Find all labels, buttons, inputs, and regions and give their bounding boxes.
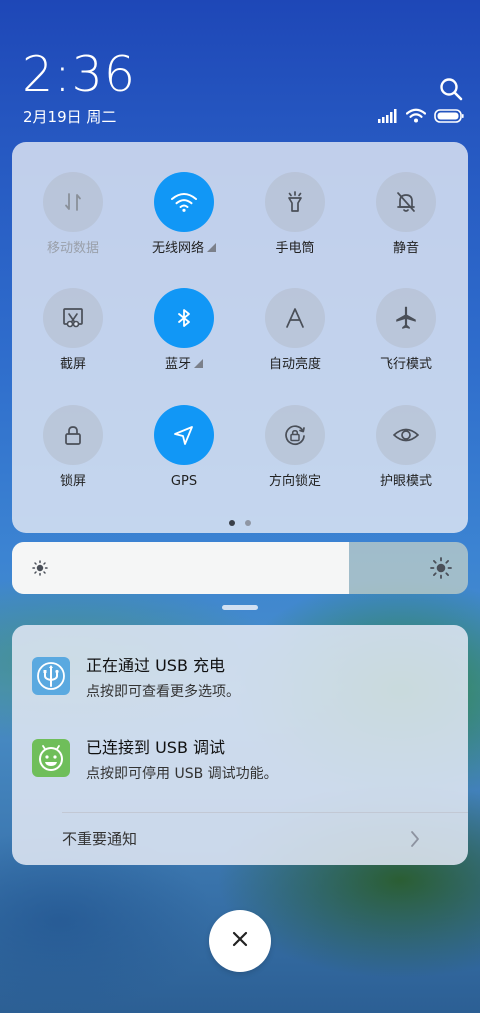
lock-icon[interactable]: [43, 405, 103, 465]
tile-auto-brightness[interactable]: 自动亮度: [240, 288, 350, 374]
menu-triangle-icon: [207, 243, 216, 252]
tile-label: 静音: [392, 241, 419, 256]
notification-title: 已连接到 USB 调试: [86, 738, 226, 757]
tile-lock-screen[interactable]: 锁屏: [18, 405, 128, 491]
page-dot-active: [229, 520, 235, 526]
android-robot-icon: [32, 739, 70, 777]
notification-usb-charging[interactable]: 正在通过 USB 充电 点按即可查看更多选项。: [12, 655, 468, 715]
tile-label: 蓝牙: [164, 357, 191, 372]
tile-label: 无线网络: [151, 241, 204, 256]
bluetooth-icon[interactable]: [154, 288, 214, 348]
chevron-right-icon[interactable]: [410, 830, 420, 852]
tile-label: 飞行模式: [379, 357, 432, 372]
tile-screenshot[interactable]: 截屏: [18, 288, 128, 374]
tile-silent[interactable]: 静音: [351, 172, 461, 258]
notification-usb-debugging[interactable]: 已连接到 USB 调试 点按即可停用 USB 调试功能。: [12, 737, 468, 797]
brightness-slider[interactable]: [12, 542, 468, 594]
wifi-icon[interactable]: [154, 172, 214, 232]
minor-notifications-link[interactable]: 不重要通知: [62, 828, 137, 850]
tile-mobile-data[interactable]: 移动数据: [18, 172, 128, 258]
drag-handle[interactable]: [222, 605, 258, 610]
tile-eye-care[interactable]: 护眼模式: [351, 405, 461, 491]
flashlight-icon[interactable]: [265, 172, 325, 232]
notifications-panel: 正在通过 USB 充电 点按即可查看更多选项。 已连接到 USB 调试 点按即可…: [12, 625, 468, 865]
airplane-icon[interactable]: [376, 288, 436, 348]
tile-label: 锁屏: [59, 474, 86, 489]
page-indicator: [12, 520, 468, 526]
quick-settings-panel: 移动数据 无线网络 手电筒 静音 截屏 蓝牙 自动亮度 飞行模式 锁屏 GPS …: [12, 142, 468, 533]
tile-gps[interactable]: GPS: [129, 405, 239, 491]
date-label: 2月19日 周二: [23, 108, 117, 126]
brightness-high-icon: [430, 557, 452, 583]
tile-wifi[interactable]: 无线网络: [129, 172, 239, 258]
notification-subtitle: 点按即可停用 USB 调试功能。: [86, 766, 278, 782]
tile-airplane[interactable]: 飞行模式: [351, 288, 461, 374]
menu-triangle-icon: [194, 359, 203, 368]
tile-label: 护眼模式: [379, 474, 432, 489]
wifi-status-icon: [405, 108, 427, 127]
eye-icon[interactable]: [376, 405, 436, 465]
tile-label: 截屏: [59, 357, 86, 372]
bell-off-icon[interactable]: [376, 172, 436, 232]
tile-flashlight[interactable]: 手电筒: [240, 172, 350, 258]
tile-label: 移动数据: [46, 241, 99, 256]
divider: [62, 812, 468, 813]
close-icon: [231, 930, 249, 952]
status-bar-icons: [378, 108, 464, 127]
battery-icon: [434, 108, 464, 127]
brightness-slider-fill: [12, 542, 350, 594]
page-dot: [245, 520, 251, 526]
brightness-low-icon: [32, 560, 48, 580]
tile-label: GPS: [170, 474, 198, 489]
usb-icon: [32, 657, 70, 695]
tile-bluetooth[interactable]: 蓝牙: [129, 288, 239, 374]
tile-label: 方向锁定: [268, 474, 321, 489]
search-icon[interactable]: [438, 76, 464, 102]
tile-label: 自动亮度: [268, 357, 321, 372]
location-arrow-icon[interactable]: [154, 405, 214, 465]
notification-subtitle: 点按即可查看更多选项。: [86, 684, 240, 700]
rotation-lock-icon[interactable]: [265, 405, 325, 465]
clock-time: 2:36: [22, 46, 137, 103]
auto-brightness-icon[interactable]: [265, 288, 325, 348]
notification-title: 正在通过 USB 充电: [86, 656, 226, 675]
data-arrows-icon[interactable]: [43, 172, 103, 232]
tile-label: 手电筒: [275, 241, 315, 256]
tile-rotation-lock[interactable]: 方向锁定: [240, 405, 350, 491]
clear-all-button[interactable]: [209, 910, 271, 972]
screenshot-icon[interactable]: [43, 288, 103, 348]
signal-icon: [378, 108, 398, 127]
